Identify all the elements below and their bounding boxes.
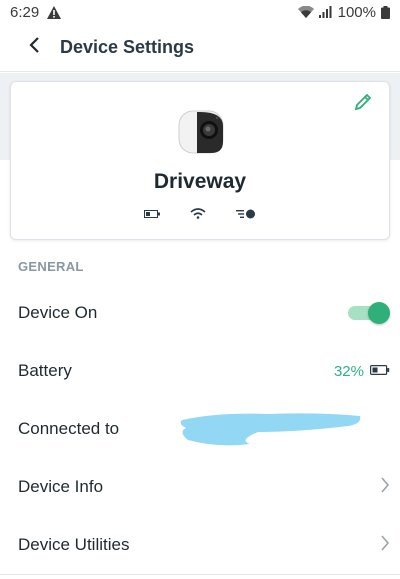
chevron-right-icon: [380, 476, 390, 498]
back-button[interactable]: [12, 26, 56, 70]
device-info-row[interactable]: Device Info: [0, 458, 400, 516]
toggle-knob: [368, 302, 390, 324]
device-utilities-label: Device Utilities: [18, 535, 130, 554]
status-bar: 6:29 100%: [0, 0, 400, 24]
page-title: Device Settings: [60, 37, 195, 57]
battery-icon: [370, 362, 390, 380]
device-info-label: Device Info: [18, 477, 104, 496]
back-arrow-icon: [28, 37, 40, 58]
chevron-right-icon: [380, 534, 390, 556]
device-on-toggle[interactable]: [348, 302, 390, 324]
battery-icon: [381, 5, 390, 19]
pencil-icon: [354, 93, 372, 116]
device-on-row: Device On: [0, 284, 400, 342]
status-time: 6:29: [10, 3, 40, 21]
divider: [0, 574, 400, 575]
device-utilities-row[interactable]: Device Utilities: [0, 516, 400, 574]
app-bar: Device Settings: [0, 24, 400, 72]
battery-value: 32%: [333, 362, 364, 380]
device-status-icons: [11, 208, 389, 219]
camera-icon: [177, 108, 225, 156]
battery-icon: [144, 209, 160, 218]
battery-row: Battery 32%: [0, 342, 400, 400]
warning-icon: [47, 5, 62, 19]
edit-device-button[interactable]: [351, 92, 375, 116]
section-header-general: GENERAL: [18, 259, 84, 274]
battery-label: Battery: [18, 361, 72, 380]
connected-to-label: Connected to: [18, 419, 120, 438]
battery-percent: 100%: [337, 3, 376, 21]
wifi-icon: [190, 208, 206, 219]
device-card: Driveway: [10, 81, 390, 240]
redacted-network-name: [178, 410, 362, 450]
wifi-icon: [297, 6, 314, 18]
device-name: Driveway: [153, 170, 247, 193]
signal-icon: [318, 6, 333, 18]
motion-sensor-icon: [236, 209, 256, 219]
device-on-label: Device On: [18, 303, 98, 322]
